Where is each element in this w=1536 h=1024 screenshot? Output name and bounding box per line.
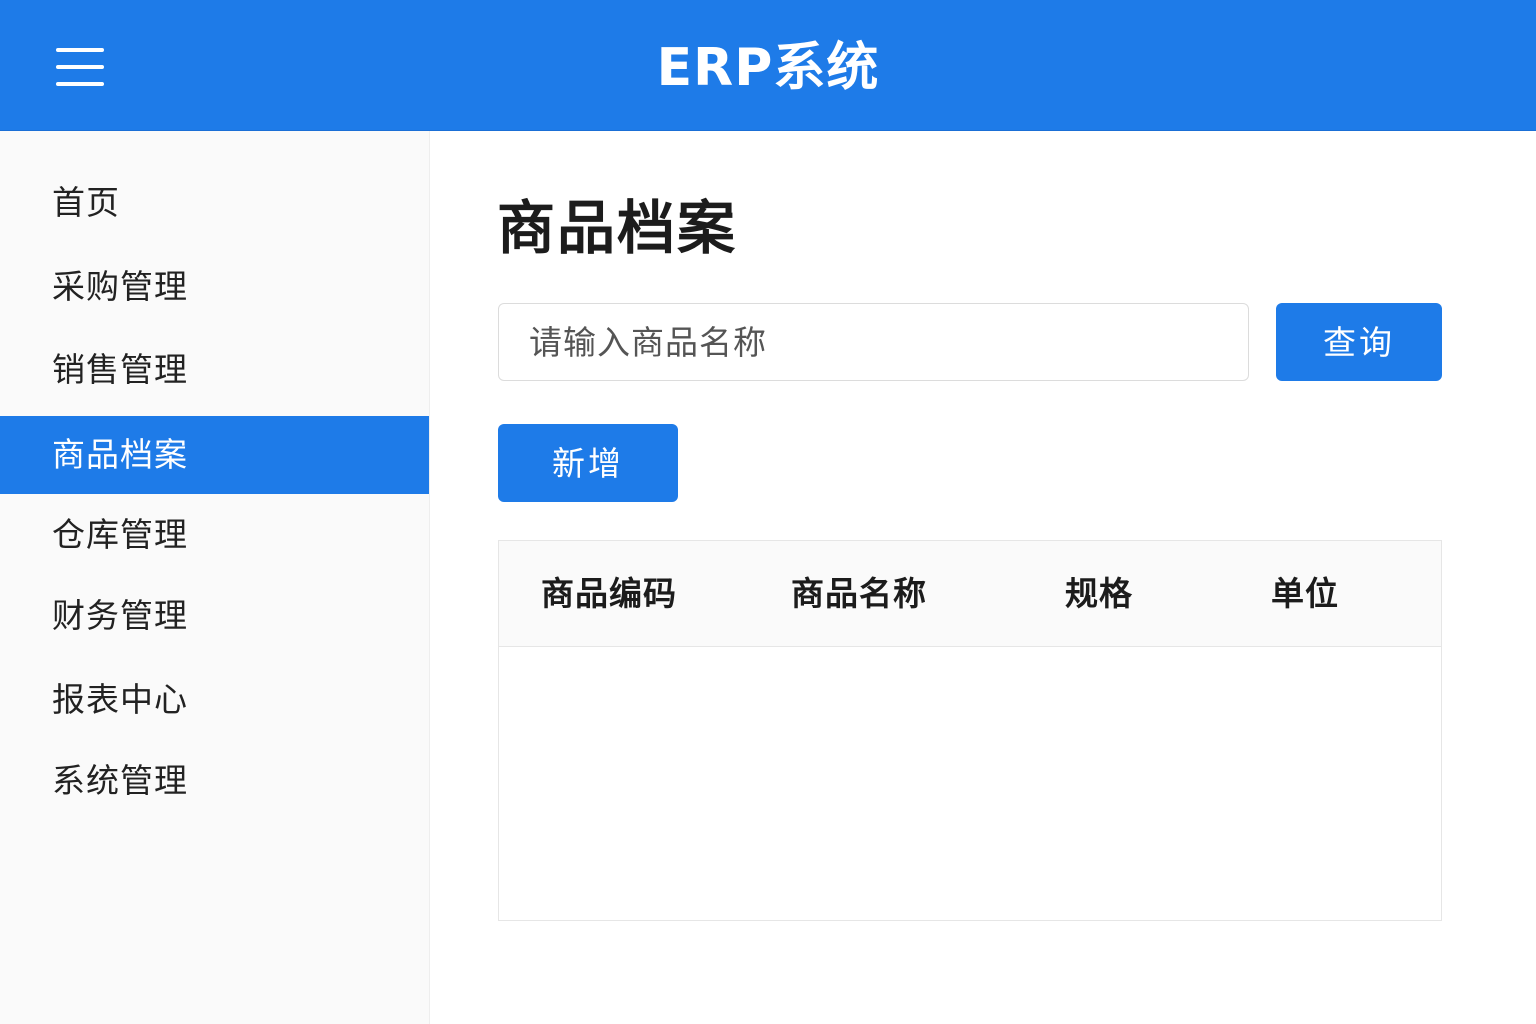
sidebar-item-products[interactable]: 商品档案 [0,416,429,494]
sidebar-nav: 首页 采购管理 销售管理 商品档案 仓库管理 财务管理 报表中心 系统管理 [0,131,430,1024]
hamburger-menu-icon[interactable] [50,40,110,92]
page-title: 商品档案 [497,194,738,262]
column-header-product-code: 商品编码 [541,574,677,613]
sidebar-item-home[interactable]: 首页 [0,164,429,242]
sidebar-item-sales[interactable]: 销售管理 [0,331,429,409]
column-header-unit: 单位 [1271,574,1339,613]
table-body [499,648,1441,920]
sidebar-item-reports[interactable]: 报表中心 [0,661,429,739]
product-table: 商品编码 商品名称 规格 单位 [498,540,1442,921]
sidebar-item-finance[interactable]: 财务管理 [0,577,429,655]
table-header: 商品编码 商品名称 规格 单位 [499,541,1441,647]
menu-line [56,82,104,86]
product-name-search-input[interactable] [498,303,1249,381]
add-button[interactable]: 新增 [498,424,678,502]
top-header-bar: ERP系统 [0,0,1536,131]
sidebar-item-system[interactable]: 系统管理 [0,742,429,820]
sidebar-item-warehouse[interactable]: 仓库管理 [0,496,429,574]
menu-line [56,65,104,69]
main-content: 商品档案 查询 新增 商品编码 商品名称 规格 单位 [431,131,1536,1024]
menu-line [56,48,104,52]
query-button[interactable]: 查询 [1276,303,1442,381]
column-header-spec: 规格 [1065,574,1133,613]
app-title: ERP系统 [656,38,880,98]
sidebar-item-purchase[interactable]: 采购管理 [0,248,429,326]
column-header-product-name: 商品名称 [791,574,927,613]
